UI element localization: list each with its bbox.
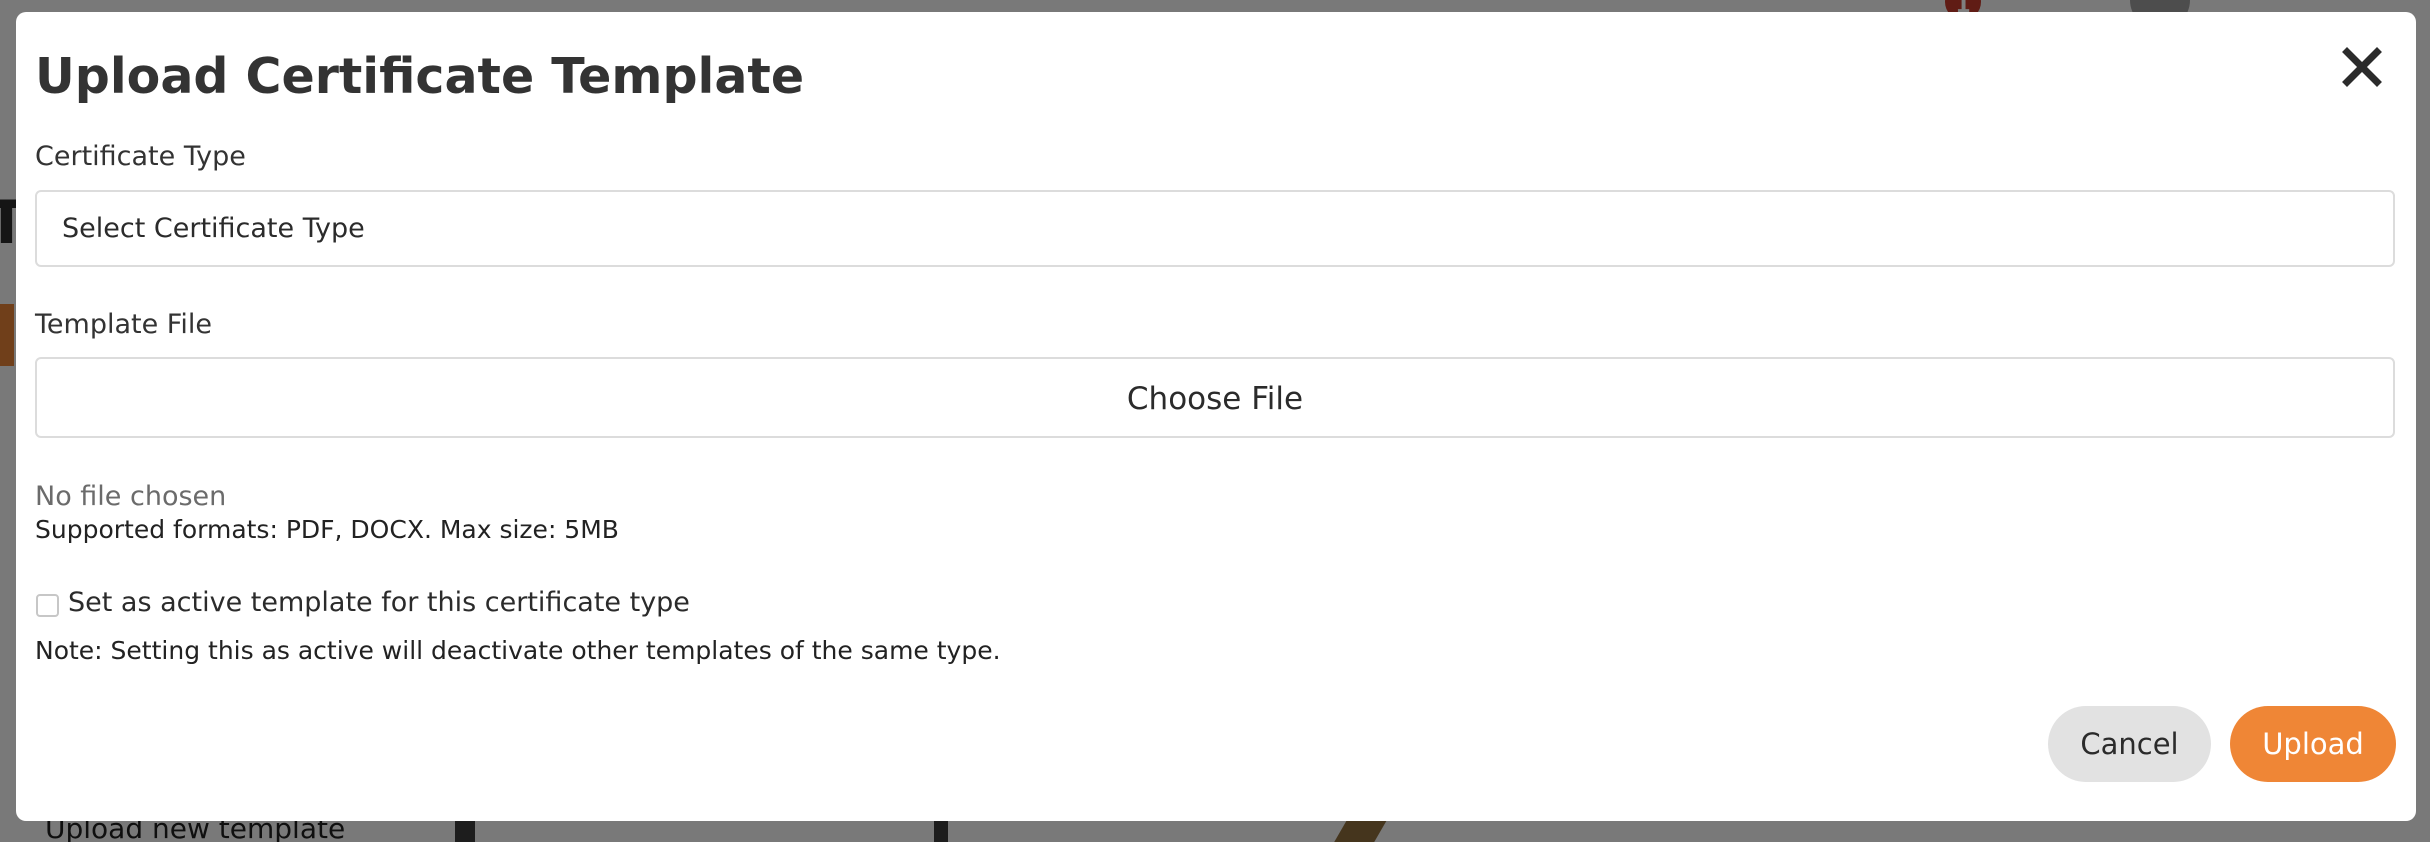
active-template-checkbox-label[interactable]: Set as active template for this certific… xyxy=(68,587,690,618)
template-file-label: Template File xyxy=(35,309,212,340)
upload-certificate-template-dialog: Upload Certificate Template Certificate … xyxy=(16,12,2416,821)
certificate-type-selected-value: Select Certificate Type xyxy=(62,213,365,244)
supported-formats-help: Supported formats: PDF, DOCX. Max size: … xyxy=(35,515,619,544)
choose-file-button[interactable]: Choose File xyxy=(35,357,2395,438)
choose-file-label: Choose File xyxy=(1126,381,1304,417)
certificate-type-select[interactable]: Select Certificate Type xyxy=(35,190,2395,267)
close-icon xyxy=(2342,47,2382,87)
file-status-text: No file chosen xyxy=(35,481,227,512)
cancel-button[interactable]: Cancel xyxy=(2048,706,2211,782)
certificate-type-label: Certificate Type xyxy=(35,141,246,172)
active-template-note: Note: Setting this as active will deacti… xyxy=(35,636,1001,665)
close-button[interactable] xyxy=(2339,44,2385,90)
upload-button[interactable]: Upload xyxy=(2230,706,2396,782)
active-template-checkbox[interactable] xyxy=(36,594,59,617)
dialog-title: Upload Certificate Template xyxy=(35,48,805,105)
